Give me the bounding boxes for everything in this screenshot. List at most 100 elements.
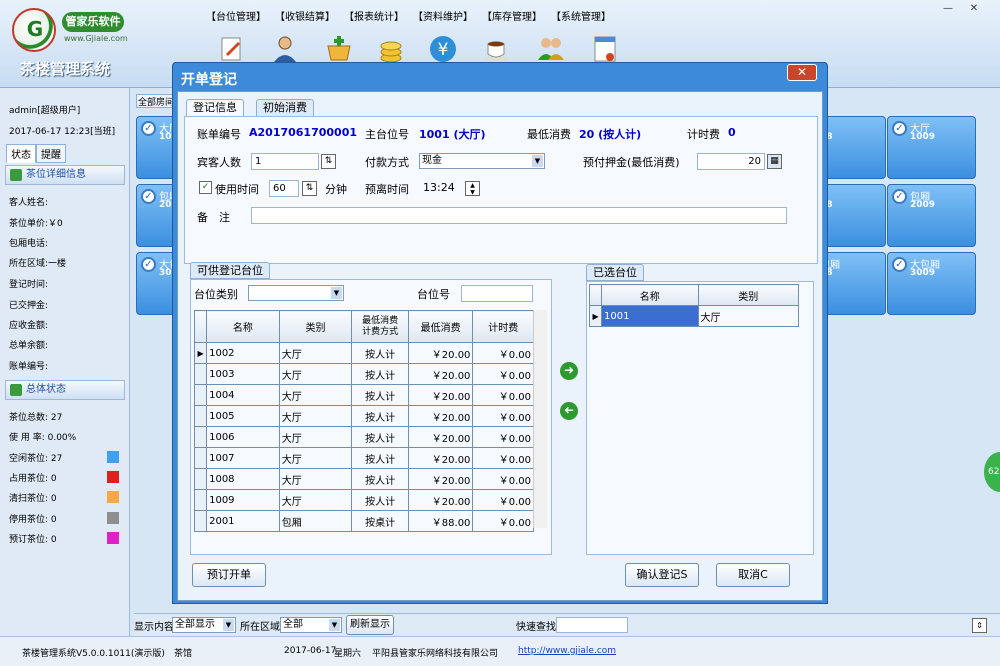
seat-type-select[interactable]: ▼ [248,285,344,301]
tab-status[interactable]: 状态 [6,144,36,163]
available-seats-table: 名称 类别 最低消费 计费方式 最低消费 计时费 ▶ 1002 大厅 按人计 ￥20.0… [193,310,534,532]
basket-icon[interactable] [324,34,354,64]
menu-inventory[interactable]: 【库存管理】 [482,8,542,24]
col-min-consume[interactable]: 最低消费 [407,310,474,343]
table-scrollbar[interactable] [533,310,547,528]
legend-occupied-swatch [107,471,119,483]
field-balance: 总单余额: [9,341,49,351]
main-seat-value: 1001 (大厅) [419,128,486,141]
tab-all-rooms[interactable]: 全部房间 [136,94,176,108]
leave-time-spinner[interactable]: ▲ ▼ [465,181,480,196]
remarks-input[interactable] [251,207,787,224]
left-panel: admin[超级用户] 2017-06-17 12:23[当班] 状态 提醒 茶… [0,88,130,636]
col-charge-method[interactable]: 最低消费 计费方式 [351,310,409,343]
menu-seat-management[interactable]: 【台位管理】 [206,8,266,24]
table-row[interactable]: 1005 大厅 按人计 ￥20.00 ￥0.00 [193,405,534,427]
table-row[interactable]: ▶ 1002 大厅 按人计 ￥20.00 ￥0.00 [193,342,534,364]
payment-select[interactable]: 现金 ▼ [419,153,545,169]
table-row[interactable]: 1007 大厅 按人计 ￥20.00 ￥0.00 [193,447,534,469]
user-label: admin[超级用户] [9,106,81,116]
edit-icon[interactable] [216,34,246,64]
search-input[interactable] [556,617,628,633]
use-time-input[interactable]: 60 [269,180,299,197]
calculator-icon[interactable]: ▦ [767,154,782,169]
coffee-icon[interactable] [482,34,512,64]
field-seat-price: 茶位单价:￥0 [9,219,63,229]
menu-cashier[interactable]: 【收银结算】 [275,8,335,24]
leave-time-value[interactable]: 13:24 [423,181,455,194]
table-row[interactable]: 1003 大厅 按人计 ￥20.00 ￥0.00 [193,363,534,385]
menu-data-maintenance[interactable]: 【资料维护】 [413,8,473,24]
tab-initial-consume[interactable]: 初始消费 [256,99,314,117]
table-row[interactable]: 1008 大厅 按人计 ￥20.00 ￥0.00 [193,468,534,490]
user-icon[interactable] [270,34,300,64]
table-row[interactable]: 1006 大厅 按人计 ￥20.00 ￥0.00 [193,426,534,448]
guests-stepper[interactable]: ⇅ [321,154,336,169]
display-select[interactable]: 全部显示 ▼ [172,617,236,633]
app-title: 茶楼管理系统 [20,60,111,78]
table-row[interactable]: 1009 大厅 按人计 ￥20.00 ￥0.00 [193,489,534,511]
seat-total: 茶位总数: 27 [9,413,63,423]
open-bill-dialog: 开单登记 ✕ 登记信息 初始消费 账单编号 A2017061700001 主台位… [172,62,828,604]
table-row[interactable]: ▶ 1001 大厅 [588,305,799,327]
main-seat-label: 主台位号 [365,128,409,141]
document-icon[interactable] [590,34,620,64]
field-guest-name: 客人姓名: [9,198,49,208]
scroll-arrows-icon[interactable]: ⇕ [972,618,987,633]
row-pointer-icon: ▶ [193,342,208,364]
add-seat-arrow-icon[interactable]: ➜ [560,362,578,380]
selected-seats-group: 名称 类别 ▶ 1001 大厅 [586,281,814,555]
use-time-stepper[interactable]: ⇅ [302,181,317,196]
guests-label: 宾客人数 [197,156,241,169]
bill-no-value: A2017061700001 [249,126,358,139]
area-label: 所在区域 [240,622,280,633]
confirm-button[interactable]: 确认登记S [625,563,699,587]
close-window-icon[interactable]: ✕ [964,2,984,16]
website-link[interactable]: http://www.gjiale.com [518,646,616,656]
minimize-icon[interactable]: — [938,2,958,16]
cancel-button[interactable]: 取消C [716,563,790,587]
deposit-input[interactable]: 20 [697,153,765,170]
col-selected-type[interactable]: 类别 [697,284,799,306]
field-area: 所在区域:一楼 [9,259,67,269]
yen-icon[interactable]: ¥ [428,34,458,64]
menu-system[interactable]: 【系统管理】 [551,8,611,24]
col-time-fee[interactable]: 计时费 [472,310,534,343]
legend-disabled-swatch [107,512,119,524]
seat-no-label: 台位号 [417,288,450,301]
side-badge[interactable]: 62 [984,452,1000,492]
display-label: 显示内容 [134,622,174,633]
tab-reminder[interactable]: 提醒 [36,144,66,163]
coins-icon[interactable] [376,34,406,64]
remove-seat-arrow-icon[interactable]: ➜ [560,402,578,420]
chevron-down-icon: ▼ [532,155,543,167]
seat-card[interactable]: ✓ 包厢 2009 [887,184,976,247]
reserve-bill-button[interactable]: 预订开单 [192,563,266,587]
weekday-label: 星期六 [334,649,362,659]
seat-no-input[interactable] [461,285,533,302]
row-pointer-icon: ▶ [588,305,603,327]
seat-card[interactable]: ✓ 大厅 1009 [887,116,976,179]
guests-input[interactable]: 1 [251,153,319,170]
tab-registration[interactable]: 登记信息 [186,99,244,117]
use-time-checkbox[interactable]: ✓ [199,181,212,194]
table-row[interactable]: 1004 大厅 按人计 ￥20.00 ￥0.00 [193,384,534,406]
users-icon[interactable] [536,34,566,64]
col-name[interactable]: 名称 [206,310,280,343]
bill-no-label: 账单编号 [197,128,241,141]
datetime-label: 2017-06-17 12:23[当班] [9,127,116,137]
col-type[interactable]: 类别 [278,310,353,343]
menu-reports[interactable]: 【报表统计】 [344,8,404,24]
col-selected-name[interactable]: 名称 [601,284,699,306]
row-selector-header [588,284,603,306]
refresh-button[interactable]: 刷新显示 [346,615,394,635]
brand-url: www.Gjiale.com [64,34,128,43]
area-select[interactable]: 全部 ▼ [280,617,342,633]
table-row[interactable]: 2001 包厢 按桌计 ￥88.00 ￥0.00 [193,510,534,532]
summary-header: 总体状态 [5,380,125,400]
usage-rate: 使 用 率: 0.00% [9,433,77,443]
seat-card[interactable]: ✓ 大包厢 3009 [887,252,976,315]
close-icon[interactable]: ✕ [787,64,817,81]
check-icon: ✓ [141,189,156,204]
summary-header-icon [10,384,22,396]
